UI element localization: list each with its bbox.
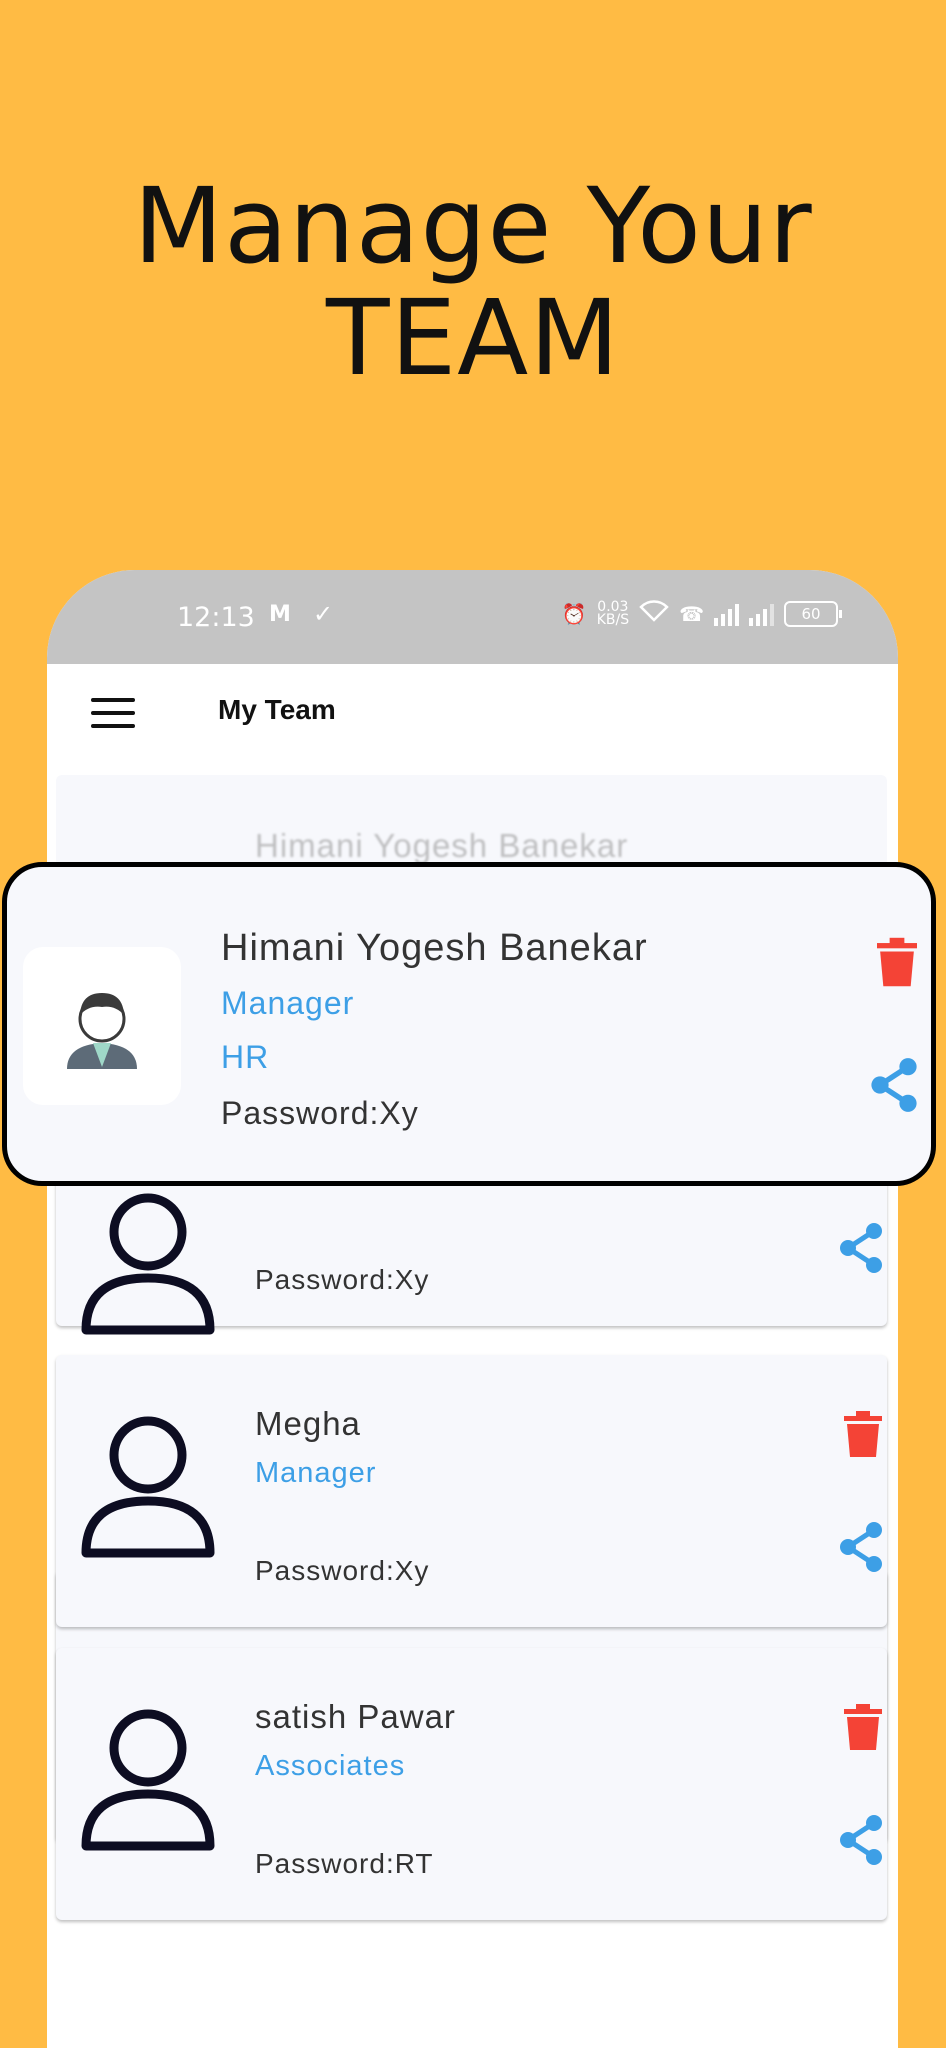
wifi-icon: [639, 600, 669, 627]
member-role: Manager: [221, 985, 355, 1021]
member-role: Associates: [255, 1750, 406, 1782]
member-role: Manager: [255, 1457, 377, 1489]
share-icon[interactable]: [838, 1222, 884, 1274]
member-password: Password:Xy: [255, 1264, 430, 1295]
person-icon: [81, 1416, 215, 1558]
call-icon: ☎: [679, 601, 704, 626]
member-name: Himani Yogesh Banekar: [221, 927, 648, 969]
businessman-icon: [67, 993, 137, 1069]
delete-icon[interactable]: [844, 1411, 882, 1457]
share-icon[interactable]: [838, 1814, 884, 1866]
headline-line-1: Manage Your: [133, 165, 813, 287]
carrier-icon: M: [269, 602, 291, 627]
status-time: 12:13: [177, 602, 255, 633]
alarm-icon: ⏰: [561, 601, 587, 626]
delete-icon[interactable]: [877, 937, 917, 987]
member-name: Himani Yogesh Banekar: [255, 827, 629, 864]
delete-icon[interactable]: [844, 1704, 882, 1750]
member-name: Megha: [255, 1405, 361, 1442]
person-icon: [81, 1193, 215, 1335]
share-icon[interactable]: [869, 1057, 919, 1113]
status-icons: ⏰ 0.03 KB/S ☎ 60: [561, 598, 842, 628]
member-name: satish Pawar: [255, 1698, 456, 1735]
member-password: Password:Xy: [221, 1095, 419, 1131]
app-bar: My Team: [47, 664, 898, 760]
member-department: HR: [221, 1039, 270, 1075]
featured-member-card[interactable]: Himani Yogesh Banekar Manager HR Passwor…: [2, 862, 936, 1186]
avatar: [23, 947, 181, 1105]
headline-line-2: TEAM: [325, 277, 621, 399]
phone-mockup: 12:13 M ✓ ⏰ 0.03 KB/S ☎ 60 My Team Himan…: [47, 570, 898, 2048]
page-title: My Team: [218, 694, 336, 725]
share-icon[interactable]: [838, 1521, 884, 1573]
signal-icon-1: [714, 602, 739, 626]
menu-icon[interactable]: [91, 698, 135, 730]
signal-icon-2: [749, 602, 774, 626]
download-done-icon: ✓: [313, 600, 334, 628]
member-password: Password:RT: [255, 1848, 434, 1879]
headline: Manage Your TEAM: [0, 170, 946, 394]
battery-icon: 60: [784, 600, 842, 627]
network-speed: 0.03 KB/S: [596, 598, 630, 628]
member-password: Password:Xy: [255, 1555, 430, 1586]
list-item-3[interactable]: satish Pawar Associates Password:RT: [56, 1648, 887, 1920]
list-item-2[interactable]: Megha Manager Password:Xy: [56, 1355, 887, 1627]
person-icon: [81, 1709, 215, 1851]
status-bar: 12:13 M ✓ ⏰ 0.03 KB/S ☎ 60: [47, 570, 898, 664]
